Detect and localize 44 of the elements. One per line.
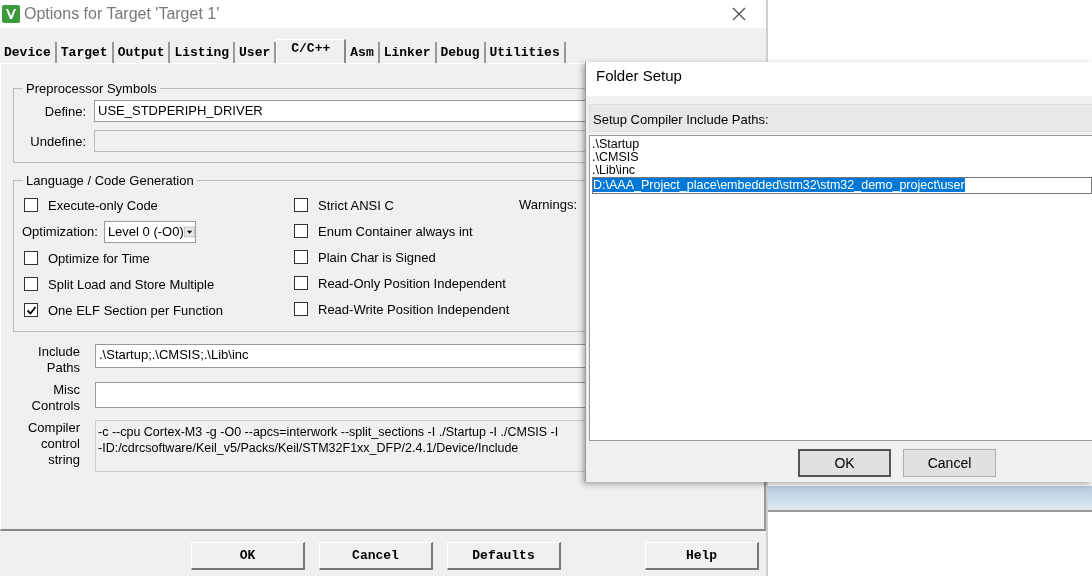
close-icon[interactable] (732, 7, 746, 21)
checkbox-option[interactable]: Execute-only Code (24, 192, 294, 218)
dialog-button[interactable]: Cancel (319, 542, 433, 570)
field-label: Optimization: (22, 224, 98, 239)
dialog-button[interactable]: Cancel (903, 449, 996, 477)
dialog-button[interactable]: Help (645, 542, 759, 570)
checkbox[interactable] (294, 250, 308, 264)
group-title: Language / Code Generation (25, 173, 195, 188)
field-label: Compiler control string (27, 420, 81, 468)
field-label: Warnings: (519, 196, 578, 214)
checkbox-option[interactable]: Split Load and Store Multiple (24, 271, 294, 297)
field-label: Include Paths (37, 344, 81, 376)
checkbox[interactable] (294, 224, 308, 238)
checkbox-option[interactable]: Plain Char is Signed (294, 244, 519, 270)
checkbox-option[interactable]: Optimize for Time (24, 245, 294, 271)
path-item[interactable]: .\Lib\inc (592, 164, 1092, 177)
dialog-button[interactable]: OK (191, 542, 305, 570)
field-label: Misc Controls (30, 382, 81, 414)
checkbox-option[interactable]: Read-Only Position Independent (294, 270, 519, 296)
optimization-dropdown[interactable]: Level 0 (-O0) (103, 220, 196, 243)
checkbox-option[interactable]: One ELF Section per Function (24, 297, 294, 323)
dialog-button[interactable]: OK (798, 449, 891, 477)
path-item[interactable]: .\CMSIS (592, 151, 1092, 164)
checkbox[interactable] (24, 277, 38, 291)
checkbox[interactable] (294, 198, 308, 212)
dialog-button[interactable]: Defaults (447, 542, 561, 570)
checkbox[interactable] (24, 303, 38, 317)
checkbox-option[interactable]: Strict ANSI C (294, 192, 519, 218)
checkbox[interactable] (24, 251, 38, 265)
path-item[interactable]: D:\AAA_Project_place\embedded\stm32\stm32_demo_project\user (593, 178, 965, 192)
tab[interactable]: C/C++ (276, 39, 347, 63)
path-item[interactable]: .\Startup (592, 138, 1092, 151)
checkbox[interactable] (294, 276, 308, 290)
field-label: Define: (43, 103, 87, 119)
checkbox[interactable] (24, 198, 38, 212)
checkbox-option[interactable]: Enum Container always int (294, 218, 519, 244)
window-title: Options for Target 'Target 1' (24, 5, 221, 23)
group-title: Preprocessor Symbols (25, 81, 158, 96)
list-header: Setup Compiler Include Paths: (589, 104, 1092, 132)
checkbox-option[interactable]: Read-Write Position Independent (294, 296, 519, 322)
path-edit-field[interactable]: D:\AAA_Project_place\embedded\stm32\stm32_demo_project\user (592, 177, 1092, 194)
window-title: Folder Setup (586, 62, 1092, 96)
checkbox[interactable] (294, 302, 308, 316)
field-label: Undefine: (29, 133, 87, 149)
